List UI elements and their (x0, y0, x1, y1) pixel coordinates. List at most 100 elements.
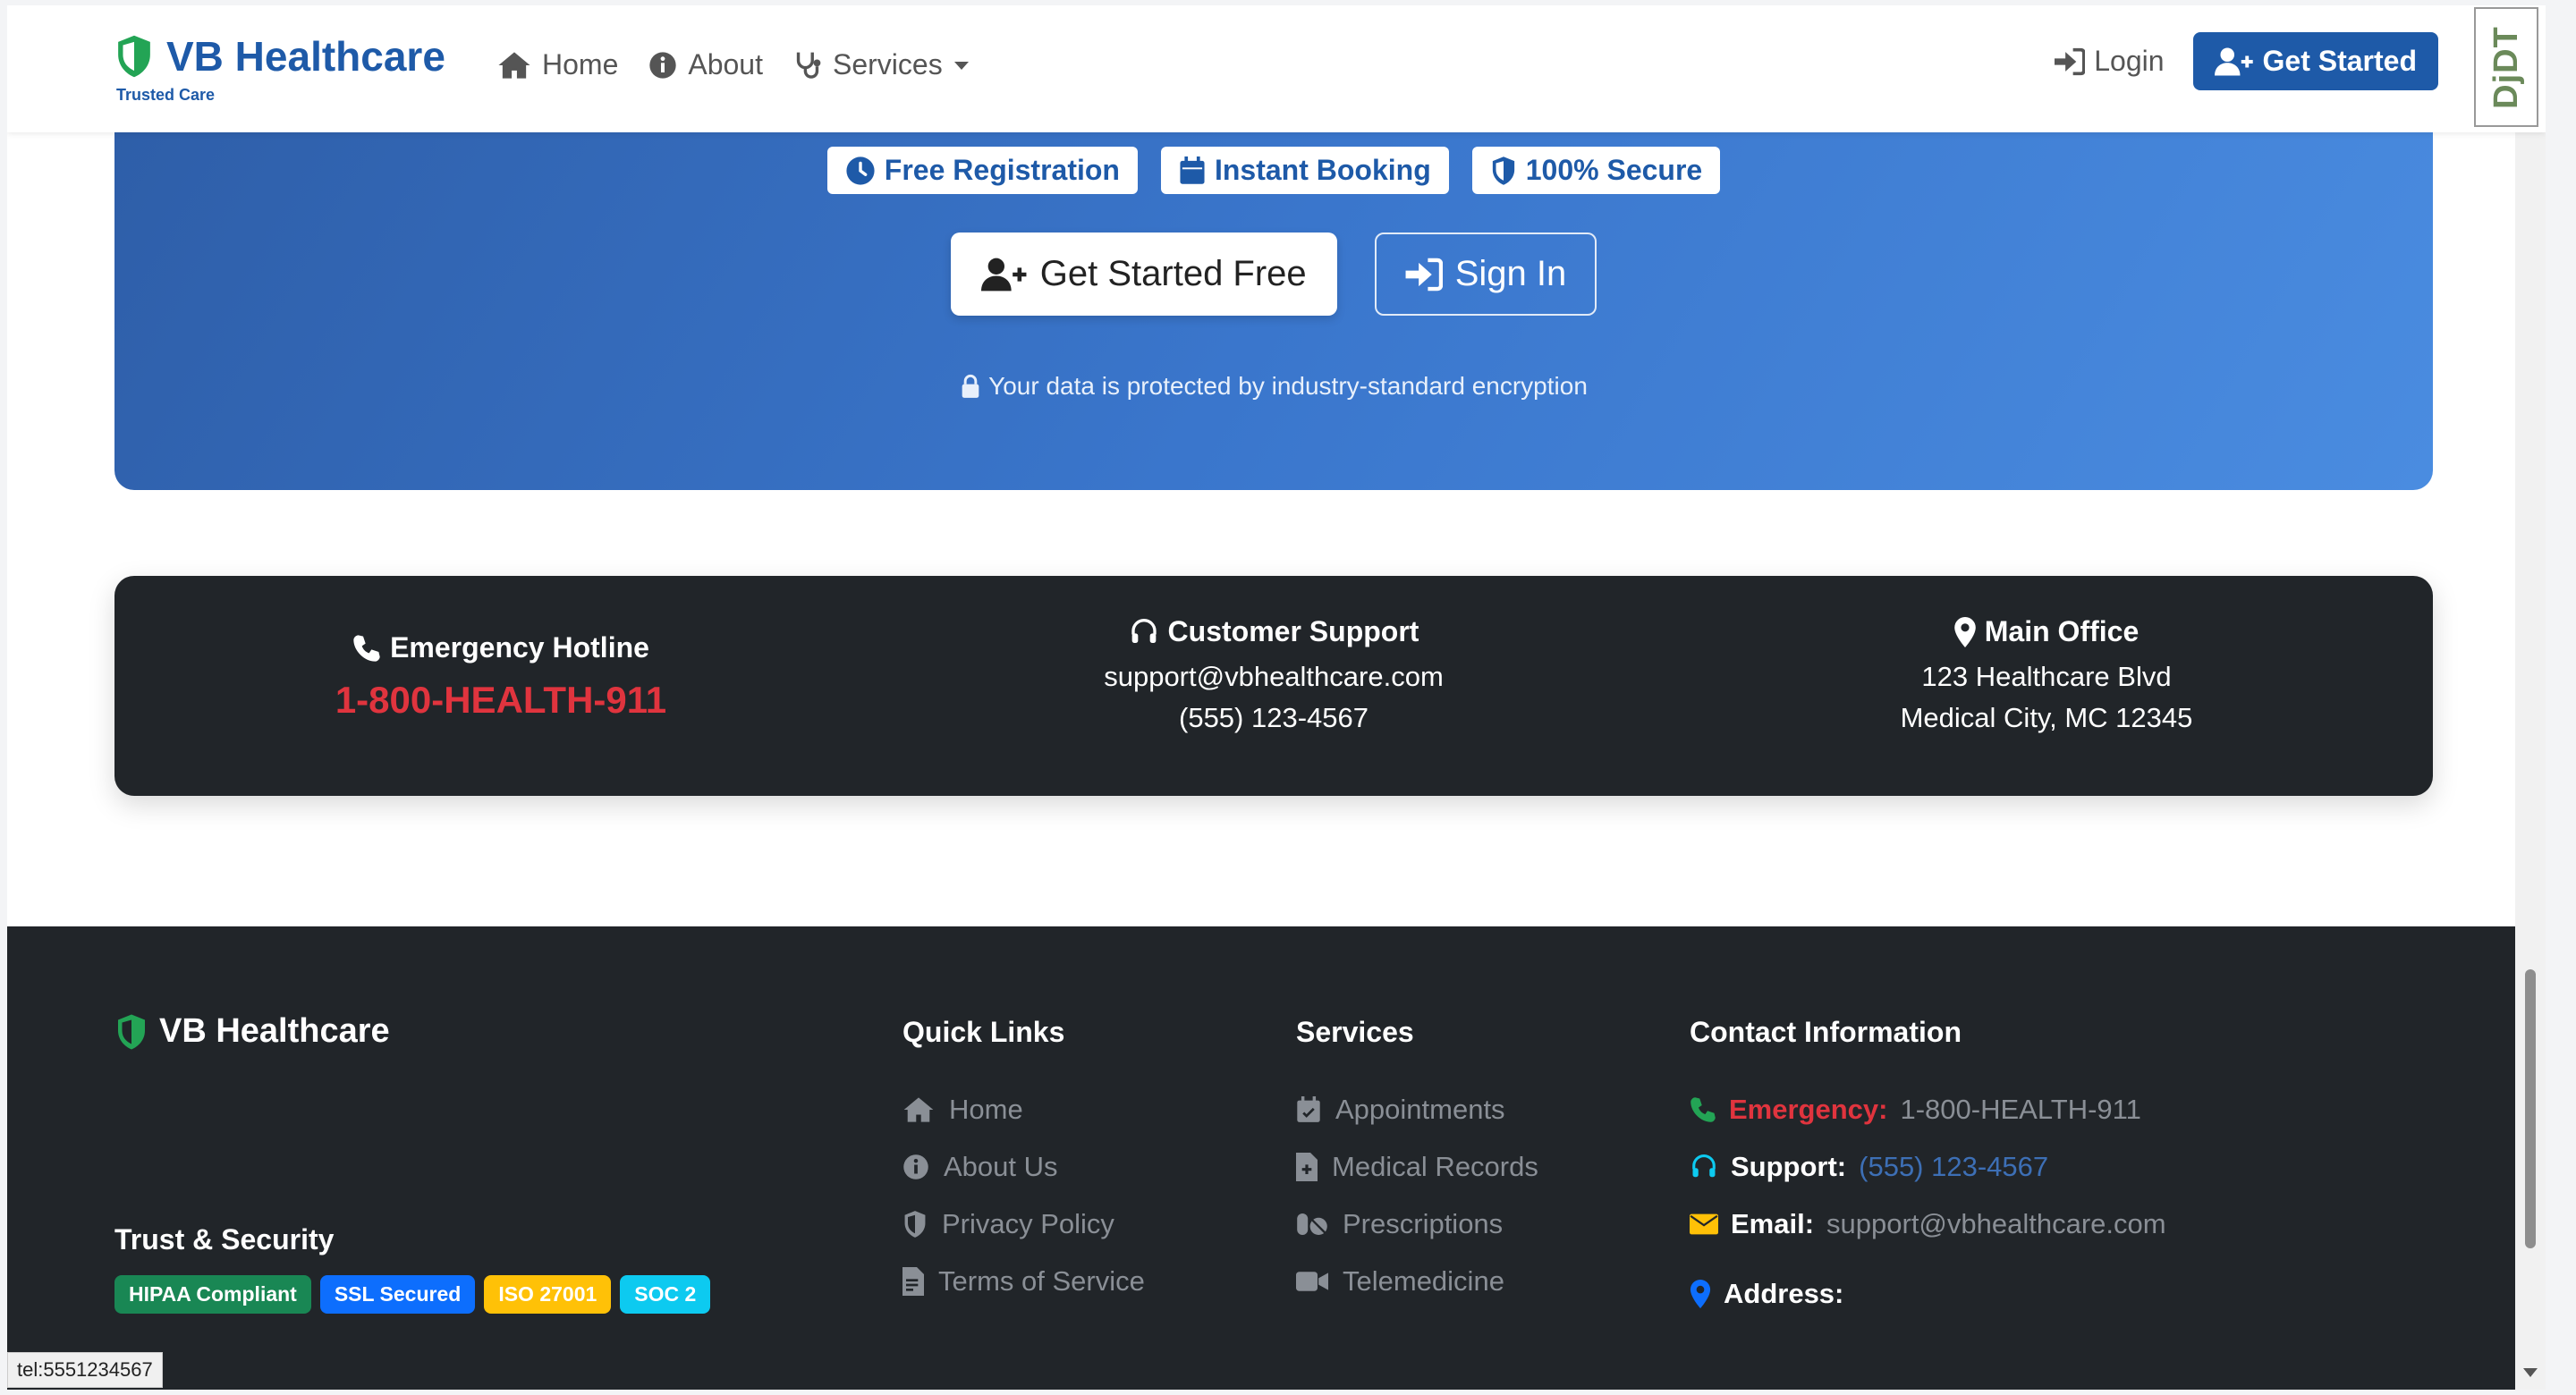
scroll-thumb[interactable] (2525, 969, 2536, 1248)
services-title: Services (1296, 1016, 1414, 1048)
contact-emergency-label: Emergency: (1729, 1094, 1888, 1125)
emergency-hotline-col: Emergency Hotline 1-800-HEALTH-911 (114, 576, 887, 796)
footer-link-label: Terms of Service (938, 1265, 1145, 1297)
django-debug-toolbar-handle[interactable]: DjDT (2474, 7, 2538, 127)
user-plus-icon (980, 258, 1027, 291)
footer-brand-text: VB Healthcare (159, 1012, 390, 1050)
footer-link-label: About Us (944, 1151, 1058, 1182)
hero-section: Free Registration Instant Booking 100% S… (114, 95, 2433, 490)
brand-logo[interactable]: VB Healthcare Trusted Care (114, 32, 445, 105)
nav-about-label: About (688, 48, 763, 80)
encryption-note: Your data is protected by industry-stand… (114, 372, 2433, 401)
support-title-text: Customer Support (1167, 615, 1419, 647)
service-medical-records[interactable]: Medical Records (1296, 1138, 1538, 1196)
customer-support-col: Customer Support support@vbhealthcare.co… (887, 576, 1660, 796)
emergency-number-link[interactable]: 1-800-HEALTH-911 (114, 679, 887, 722)
info-icon (903, 1154, 928, 1179)
service-prescriptions[interactable]: Prescriptions (1296, 1196, 1538, 1253)
home-icon (498, 51, 530, 79)
footer-link-label: Home (949, 1094, 1023, 1125)
scroll-down-arrow[interactable] (2523, 1368, 2538, 1377)
nav-home-label: Home (542, 48, 619, 80)
page-scrollbar[interactable] (2515, 5, 2546, 1390)
shield-icon (118, 35, 150, 78)
headset-icon (1131, 618, 1157, 643)
get-started-free-button[interactable]: Get Started Free (950, 232, 1337, 316)
badge-ssl: SSL Secured (319, 1275, 476, 1314)
top-navbar: VB Healthcare Trusted Care Home About Se… (7, 5, 2546, 132)
badge-hipaa: HIPAA Compliant (114, 1275, 311, 1314)
map-pin-icon (1953, 616, 1976, 647)
nav-about[interactable]: About (648, 48, 763, 81)
file-medical-icon (1296, 1153, 1318, 1181)
get-started-label: Get Started (2262, 45, 2417, 77)
service-telemedicine[interactable]: Telemedicine (1296, 1253, 1538, 1310)
services-col: Services Appointments Medical Records Pr… (1296, 1016, 1538, 1310)
footer-link-terms[interactable]: Terms of Service (902, 1253, 1145, 1310)
badge-soc2: SOC 2 (620, 1275, 711, 1314)
badge-secure: 100% Secure (1471, 147, 1721, 194)
emergency-title-text: Emergency Hotline (390, 631, 649, 664)
djdt-label: DjDT (2487, 25, 2525, 109)
contact-info-col: Contact Information Emergency: 1-800-HEA… (1690, 1016, 2166, 1323)
service-label: Telemedicine (1343, 1265, 1504, 1297)
nav-home[interactable]: Home (497, 48, 618, 81)
shield-icon (1492, 156, 1514, 185)
trust-security-title: Trust & Security (114, 1223, 335, 1256)
footer-link-privacy[interactable]: Privacy Policy (902, 1196, 1145, 1253)
login-link[interactable]: Login (2055, 45, 2165, 78)
contact-support-phone-link[interactable]: (555) 123-4567 (1859, 1151, 2048, 1183)
badge-free-registration: Free Registration (826, 147, 1138, 194)
stethoscope-icon (796, 52, 821, 79)
contact-email-label: Email: (1731, 1208, 1815, 1239)
envelope-icon (1690, 1213, 1718, 1235)
shield-icon (118, 1014, 145, 1049)
get-started-button[interactable]: Get Started (2192, 32, 2438, 90)
office-title-text: Main Office (1984, 615, 2140, 647)
support-email-link[interactable]: support@vbhealthcare.com (887, 661, 1660, 693)
shield-icon (904, 1211, 926, 1238)
office-line2: Medical City, MC 12345 (1900, 702, 2193, 733)
hero-badges: Free Registration Instant Booking 100% S… (114, 147, 2433, 194)
nav-links: Home About Services (497, 48, 970, 81)
contact-email-value[interactable]: support@vbhealthcare.com (1826, 1208, 2166, 1240)
service-label: Medical Records (1332, 1151, 1538, 1182)
nav-right: Login Get Started (2055, 32, 2438, 90)
footer-brand: VB Healthcare (114, 1012, 390, 1051)
phone-icon (1690, 1097, 1716, 1122)
sign-in-label: Sign In (1454, 254, 1567, 293)
sign-in-button[interactable]: Sign In (1374, 232, 1597, 316)
status-bar-url: tel:5551234567 (7, 1352, 163, 1388)
site-footer: VB Healthcare Trust & Security HIPAA Com… (7, 926, 2546, 1390)
browser-viewport: Free Registration Instant Booking 100% S… (7, 5, 2546, 1390)
brand-title: VB Healthcare (166, 33, 445, 80)
badge-instant-booking: Instant Booking (1160, 147, 1449, 194)
support-title: Customer Support (887, 615, 1660, 648)
support-phone-link[interactable]: (555) 123-4567 (887, 702, 1660, 734)
encryption-note-text: Your data is protected by industry-stand… (988, 372, 1588, 400)
hero-cta-row: Get Started Free Sign In (114, 232, 2433, 316)
contact-info-title: Contact Information (1690, 1016, 1962, 1048)
home-icon (903, 1097, 934, 1122)
video-icon (1296, 1272, 1328, 1291)
contact-address-label: Address: (1724, 1278, 1844, 1309)
footer-link-home[interactable]: Home (902, 1081, 1145, 1138)
contact-address: Address: (1690, 1265, 2166, 1323)
chevron-down-icon (953, 61, 969, 70)
nav-services-dropdown[interactable]: Services (793, 48, 970, 81)
contact-emergency-value[interactable]: 1-800-HEALTH-911 (1900, 1094, 2140, 1126)
service-appointments[interactable]: Appointments (1296, 1081, 1538, 1138)
badge-label: Free Registration (884, 154, 1120, 186)
user-plus-icon (2214, 46, 2253, 76)
contact-support: Support: (555) 123-4567 (1690, 1138, 2166, 1196)
contact-emergency: Emergency: 1-800-HEALTH-911 (1690, 1081, 2166, 1138)
office-line1: 123 Healthcare Blvd (1921, 661, 2172, 692)
main-office-col: Main Office 123 Healthcare Blvd Medical … (1660, 576, 2433, 796)
phone-icon (353, 634, 380, 662)
emergency-title: Emergency Hotline (114, 631, 887, 664)
brand-subtitle: Trusted Care (116, 86, 216, 104)
footer-link-about[interactable]: About Us (902, 1138, 1145, 1196)
sign-in-icon (1405, 258, 1443, 291)
map-pin-icon (1690, 1280, 1711, 1308)
calendar-check-icon (1297, 1096, 1320, 1122)
